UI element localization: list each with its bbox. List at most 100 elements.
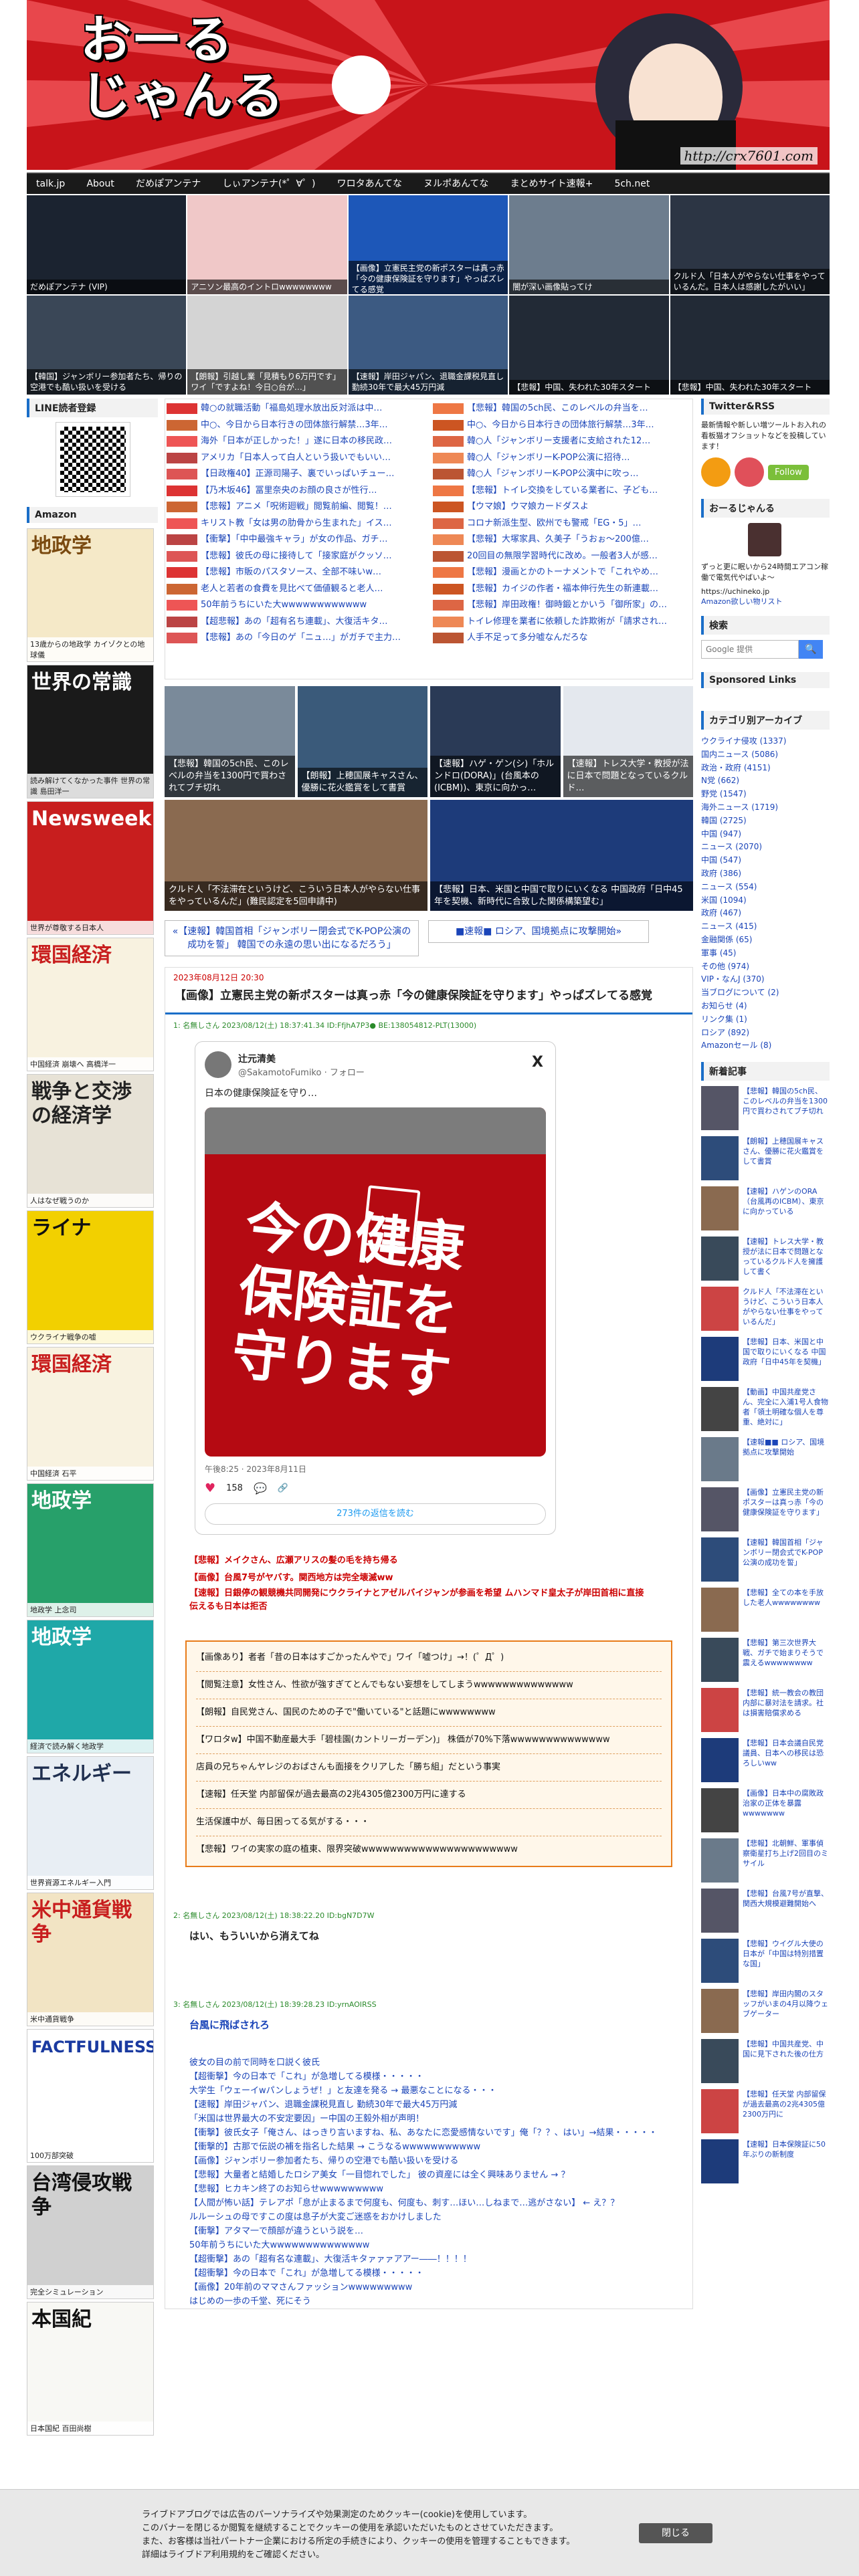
new-article-item[interactable]: 【悲報】第三次世界大戦、ガチで始まりそうで震えるwwwwwwww [701, 1638, 830, 1683]
book-ad[interactable]: FACTFULNESS 100万部突破 [27, 2029, 154, 2163]
headline-text[interactable]: 【悲報】アニメ「呪術廻戦」閲覧前編、閲覧！… [201, 499, 392, 516]
site-logo[interactable]: おーる じゃんる [80, 12, 284, 124]
headline-text[interactable]: 【悲報】カイジの作者・福本伸行先生の新連載… [467, 581, 658, 598]
book-ad[interactable]: 本国紀 日本国紀 百田尚樹 [27, 2302, 154, 2436]
headline-item[interactable]: 50年前うちにいた大wwwwwwwwwwww [167, 597, 425, 614]
book-ad[interactable]: 地政学 13歳からの地政学 カイゾクとの地球儀 [27, 528, 154, 662]
new-article-thumb[interactable] [701, 1889, 739, 1933]
new-article-thumb[interactable] [701, 1688, 739, 1733]
body-link[interactable]: 【悲報】ヒカキン終了のお知らせwwwwwwwww [189, 2182, 668, 2196]
headline-text[interactable]: トイレ修理を業者に依頼した詐欺術が「請求され… [467, 614, 667, 631]
new-article-title[interactable]: 【悲報】北朝鮮、軍事偵察衛星打ち上げ2回目のミサイル [743, 1838, 830, 1883]
new-article-item[interactable]: 【速報】韓国首相「ジャンボリー閉会式でK-POP公演の成功を誓」 [701, 1537, 830, 1582]
headline-item[interactable]: 老人と若者の食費を見比べて価値観ると老人… [167, 581, 425, 598]
headline-text[interactable]: 【悲報】あの「今日のゲ「ニュ…」がガチで主力… [201, 630, 401, 647]
new-article-item[interactable]: 【悲報】日本、米国と中国で取りにいくなる 中国政府「日中45年を契機」 [701, 1337, 830, 1382]
strip-item[interactable]: 【韓国】ジャンボリー参加者たち、帰りの空港でも酷い扱いを受ける [27, 296, 187, 395]
category-link[interactable]: Amazonセール (8) [701, 1039, 830, 1053]
headline-text[interactable]: キリスト教「女は男の肋骨から生まれた」イス… [201, 516, 392, 532]
embedded-tweet[interactable]: 辻元清美 @SakamotoFumiko · フォロー X 日本の健康保険証を守… [195, 1041, 556, 1535]
new-article-title[interactable]: 【悲報】第三次世界大戦、ガチで始まりそうで震えるwwwwwwww [743, 1638, 830, 1682]
category-link[interactable]: 米国 (1094) [701, 894, 830, 907]
new-article-thumb[interactable] [701, 1537, 739, 1582]
cookie-close-button[interactable]: 閉じる [639, 2523, 712, 2543]
headline-text[interactable]: 人手不足って多分嘘なんだろな [467, 630, 588, 647]
body-link[interactable]: 【人間が怖い話】テレアポ「息が止まるまで何度も、何度も、刺す…ほい…しねまで…逃… [189, 2196, 668, 2210]
headline-item[interactable]: コロナ新派生型、欧州でも警戒「EG・5」… [433, 516, 691, 532]
body-link[interactable]: 「米国は世界最大の不安定要因」ー中国の王毅外相が声明！ [189, 2112, 668, 2126]
new-article-item[interactable]: 【悲報】ウイグル大使の日本が「中国は特別措置な国」 [701, 1939, 830, 1983]
book-ad[interactable]: 世界の常識 読み解けてくなかった事件 世界の常識 島田洋一 [27, 665, 154, 798]
headline-item[interactable]: 【ウマ娘】ウマ娘カードダスよ [433, 499, 691, 516]
site-banner[interactable]: おーる じゃんる http://crx7601.com [27, 0, 830, 170]
category-link[interactable]: その他 (974) [701, 960, 830, 974]
rss-icon[interactable] [701, 457, 731, 487]
body-link[interactable]: はじめの一歩の千堂、死にそう [189, 2294, 668, 2309]
recommended-link[interactable]: 【朗報】自民党さん、国民のための子で"働いている"と話題にwwwwwwww [196, 1699, 662, 1727]
qr-code[interactable] [56, 422, 130, 497]
new-article-title[interactable]: 【悲報】韓国の5ch民、このレベルの弁当を1300円で買わされてブチ切れ [743, 1086, 830, 1130]
recommended-link[interactable]: 【悲報】ワイの実家の庭の植東、限界突破wwwwwwwwwwwwwwwwwwwww… [196, 1836, 662, 1863]
recommended-link[interactable]: 【画像あり】者者「昔の日本はすごかったんやで」ワイ「嘘つけ」→！(゜Д゜) [196, 1644, 662, 1672]
recommended-link[interactable]: 生活保護中が、毎日困ってる気がする・・・ [196, 1809, 662, 1836]
strip-item[interactable]: 【朗報】引越し業「見積もり6万円です」ワイ「ですよね！今日○台が…」 [187, 296, 347, 395]
book-ad[interactable]: 環国経済 中国経済 崩壊へ 高橋洋一 [27, 938, 154, 1071]
body-link[interactable]: 【衝撃】アタマ一で顔部が違うという説を… [189, 2224, 668, 2238]
new-article-item[interactable]: 【悲報】日本会議自民党議員、日本への移民は恐ろしいww [701, 1738, 830, 1783]
headline-text[interactable]: 【悲報】市販のパスタソース、全部不味いw… [201, 564, 381, 581]
new-article-title[interactable]: 【朗報】上穂国展キャスさん、優勝に花火鑑賞をして書賞 [743, 1136, 830, 1180]
new-article-item[interactable]: 【悲報】統一教会の教団内部に暴対法を請求。社は損害賠償求める [701, 1688, 830, 1733]
new-article-thumb[interactable] [701, 1838, 739, 1883]
new-article-title[interactable]: 【画像】日本中の腐敗政治家の正体を暴露wwwwwww [743, 1788, 830, 1832]
headline-text[interactable]: 中○、今日から日本行きの団体旅行解禁…3年… [201, 417, 388, 434]
headline-item[interactable]: 【超悲報】あの「超有名ち連載」、大復活キタ… [167, 614, 425, 631]
new-article-item[interactable]: 【悲報】任天堂 内部留保が過去最高の2兆4305億2300万円に [701, 2089, 830, 2134]
headline-text[interactable]: 韓○人「ジャンボリーK-POP公演中に吹っ… [467, 466, 638, 483]
headline-item[interactable]: 【悲報】アニメ「呪術廻戦」閲覧前編、閲覧！… [167, 499, 425, 516]
headline-text[interactable]: 【日政権40】正源司陽子、裏でいっぱいチュー… [201, 466, 395, 483]
new-article-thumb[interactable] [701, 1788, 739, 1833]
new-article-item[interactable]: 【画像】日本中の腐敗政治家の正体を暴露wwwwwww [701, 1788, 830, 1833]
new-article-title[interactable]: 【悲報】中国共産党、中国に見下された後の仕方 [743, 2039, 830, 2083]
new-article-title[interactable]: 【速報■■ ロシア、国境拠点に攻撃開始 [743, 1437, 830, 1481]
category-link[interactable]: 韓国 (2725) [701, 815, 830, 828]
category-link[interactable]: 野党 (1547) [701, 788, 830, 801]
body-link[interactable]: 大学生「ウェーイwパンしょうぜ！」と友達を発る → 最悪なことになる・・・ [189, 2084, 668, 2098]
category-link[interactable]: 政治・政府 (4151) [701, 762, 830, 775]
new-article-thumb[interactable] [701, 2089, 739, 2134]
body-link[interactable]: 【衝撃的】古那で伝説の補を指名した結果 → こうなるwwwwwwwwwww [189, 2140, 668, 2154]
new-article-thumb[interactable] [701, 1086, 739, 1131]
body-link[interactable]: 【超衝撃】あの「超有名な連載」、大復活キタァァァアアー――！！！！ [189, 2252, 668, 2266]
headline-item[interactable]: 【悲報】漫画とかのトーナメントで「これやめ… [433, 564, 691, 581]
new-article-item[interactable]: 【速報】トレス大学・教授が法に日本で問題となっているクルド人を擁護して書く [701, 1237, 830, 1281]
category-link[interactable]: お知らせ (4) [701, 1000, 830, 1013]
heart-icon[interactable]: ♥ [205, 1481, 215, 1495]
headline-item[interactable]: 中○、今日から日本行きの団体旅行解禁…3年… [167, 417, 425, 434]
headline-text[interactable]: 【悲報】漫画とかのトーナメントで「これやめ… [467, 564, 658, 581]
category-link[interactable]: リンク集 (1) [701, 1013, 830, 1027]
category-link[interactable]: ロシア (892) [701, 1027, 830, 1040]
share-icon[interactable]: 🔗 [278, 1483, 288, 1493]
new-article-item[interactable]: 【速報】ハゲンのORA（台風再のICBM）、東京に向かっている [701, 1186, 830, 1231]
book-ad[interactable]: 環国経済 中国経済 石平 [27, 1347, 154, 1481]
new-article-title[interactable]: 【悲報】台風7号が直撃、関西大規模避難開始へ [743, 1889, 830, 1933]
strip-item[interactable]: クルド人「日本人がやらない仕事をやっているんだ。日本人は感謝したがいい」 [670, 195, 830, 294]
tweet-avatar[interactable] [205, 1051, 231, 1078]
nav-warota[interactable]: ワロタあんてな [328, 174, 411, 194]
new-article-item[interactable]: 【速報■■ ロシア、国境拠点に攻撃開始 [701, 1437, 830, 1482]
tweet-handle[interactable]: @SakamotoFumiko · フォロー [238, 1065, 365, 1078]
headline-text[interactable]: アメリカ「日本人って白人という扱いでもいい… [201, 450, 391, 467]
tweet-author[interactable]: 辻元清美 [238, 1052, 365, 1065]
x-logo-icon[interactable]: X [532, 1054, 543, 1071]
nav-matome[interactable]: まとめサイト速報+ [501, 174, 603, 194]
new-article-title[interactable]: 【動画】中国共産党さん、完全に入浦1号人食物者「領土明確な個人を尊重、絶対に」 [743, 1387, 830, 1431]
new-article-title[interactable]: 【悲報】岸田内閣のスタッフがいまの4月以降ウェブゲーター [743, 1989, 830, 2033]
headline-item[interactable]: 韓○人「ジャンボリーK-POP公演中に吹っ… [433, 466, 691, 483]
headline-text[interactable]: 海外「日本が正しかった！」遂に日本の移民政… [201, 433, 392, 450]
new-article-thumb[interactable] [701, 1638, 739, 1683]
headline-item[interactable]: 【悲報】大塚家具、久美子「うおぉ～200億… [433, 532, 691, 548]
body-link[interactable]: 【画像】ジャンボリー参加者たち、帰りの空港でも酷い扱いを受ける [189, 2154, 668, 2168]
headline-item[interactable]: 【衝撃】「中中最強キャラ」が女の作品、ガチ… [167, 532, 425, 548]
headline-item[interactable]: 【悲報】市販のパスタソース、全部不味いw… [167, 564, 425, 581]
new-article-title[interactable]: 【速報】日本保険証に50年ぶりの新制度 [743, 2139, 830, 2183]
